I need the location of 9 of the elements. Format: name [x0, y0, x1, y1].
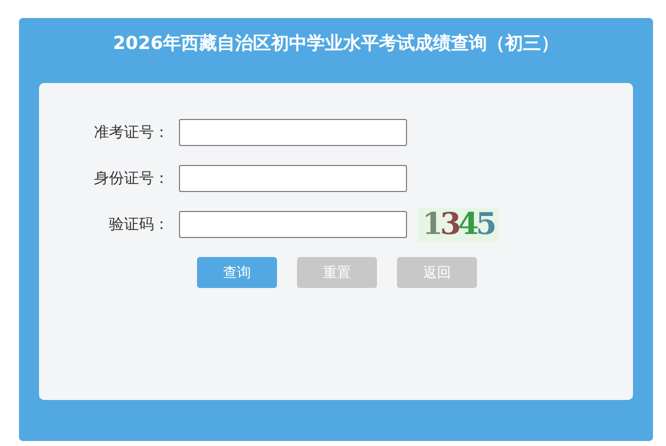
captcha-image[interactable]: 1345	[418, 208, 498, 242]
page-title: 2026年西藏自治区初中学业水平考试成绩查询（初三）	[112, 32, 560, 56]
field-label: 验证码：	[108, 215, 169, 234]
query-button[interactable]: 查询	[197, 257, 277, 288]
field-label: 身份证号：	[93, 169, 169, 188]
input-field[interactable]	[179, 119, 407, 146]
input-field[interactable]	[179, 165, 407, 192]
field-label: 准考证号：	[93, 123, 169, 142]
input-field[interactable]	[179, 211, 407, 238]
